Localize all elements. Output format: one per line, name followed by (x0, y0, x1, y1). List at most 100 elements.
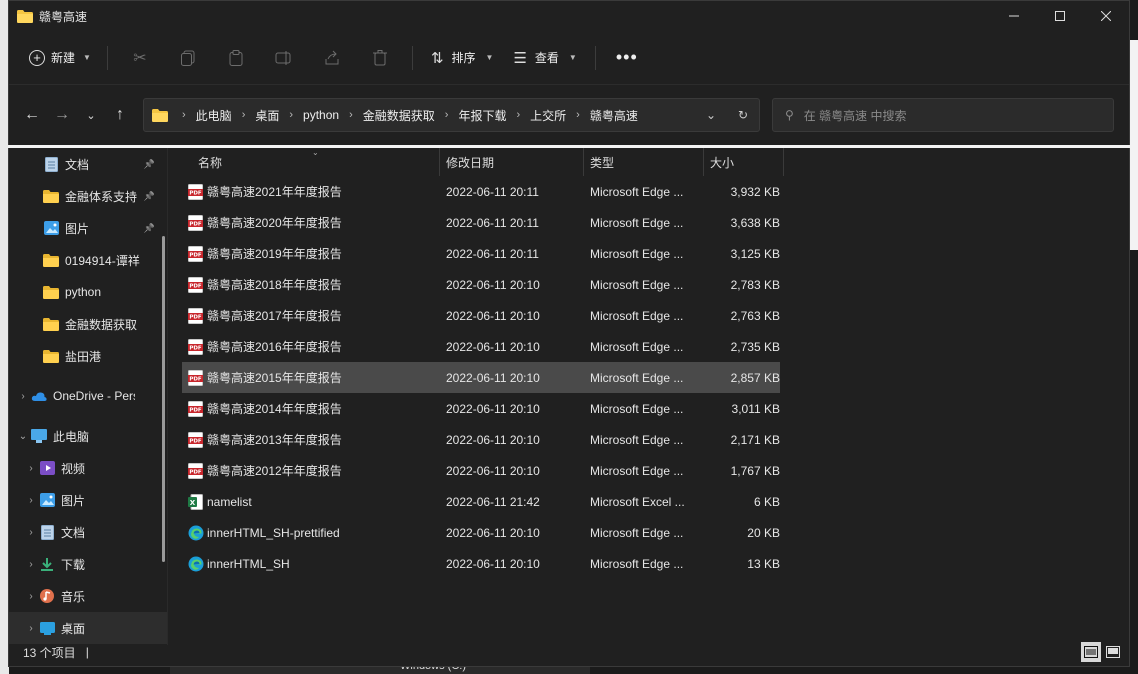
sidebar-item-quick-access[interactable]: 0194914-谭祥 (9, 244, 167, 276)
file-row[interactable]: PDF 赣粤高速2018年年度报告 2022-06-11 20:10 Microsof… (182, 269, 780, 300)
sort-indicator-icon: ⌄ (312, 148, 319, 157)
chevron-right-icon[interactable]: › (242, 109, 246, 121)
file-type: Microsoft Edge ... (590, 463, 684, 478)
sidebar-item-quick-access[interactable]: 文档 📌 (9, 148, 167, 180)
breadcrumb-item[interactable]: python (303, 108, 339, 122)
cut-button[interactable]: ✂ (116, 42, 164, 74)
breadcrumb-item[interactable]: 桌面 (255, 107, 279, 124)
chevron-right-icon[interactable]: › (576, 109, 580, 121)
chevron-right-icon[interactable]: › (182, 109, 186, 121)
file-type: Microsoft Edge ... (590, 401, 684, 416)
file-name-cell: PDF 赣粤高速2012年年度报告 (182, 462, 440, 479)
paste-button[interactable] (212, 42, 260, 74)
minimize-button[interactable] (991, 1, 1037, 31)
file-name-cell: PDF 赣粤高速2020年年度报告 (182, 214, 440, 231)
breadcrumb-segment: › 赣粤高速 (566, 107, 638, 124)
chevron-right-icon[interactable]: › (23, 495, 39, 506)
file-modified-date: 2022-06-11 20:10 (446, 370, 540, 385)
column-header-date[interactable]: 修改日期 (440, 148, 584, 176)
file-row[interactable]: PDF 赣粤高速2013年年度报告 2022-06-11 20:10 Microsof… (182, 424, 780, 455)
file-row[interactable]: PDF 赣粤高速2014年年度报告 2022-06-11 20:10 Microsof… (182, 393, 780, 424)
file-row[interactable]: PDF 赣粤高速2019年年度报告 2022-06-11 20:11 Microsof… (182, 238, 780, 269)
sidebar-item-this-pc[interactable]: ⌄ 此电脑 (9, 420, 167, 452)
sidebar-item-label: 下载 (61, 557, 86, 572)
back-button[interactable]: ← (17, 106, 47, 124)
sidebar-item-pc-folder[interactable]: › 下载 (9, 548, 167, 580)
file-row[interactable]: PDF 赣粤高速2021年年度报告 2022-06-11 20:11 Microsof… (182, 176, 780, 207)
file-row[interactable]: innerHTML_SH 2022-06-11 20:10 Microsoft Ed… (182, 548, 780, 579)
view-button[interactable]: ☰ 查看 ▼ (503, 43, 586, 73)
file-row[interactable]: PDF 赣粤高速2012年年度报告 2022-06-11 20:10 Microsof… (182, 455, 780, 486)
chevron-right-icon[interactable]: › (23, 591, 39, 602)
breadcrumb-item[interactable]: 金融数据获取 (363, 107, 435, 124)
chevron-right-icon[interactable]: › (23, 527, 39, 538)
breadcrumb-item[interactable]: 赣粤高速 (590, 107, 638, 124)
sidebar-item-pc-folder[interactable]: › 视频 (9, 452, 167, 484)
chevron-right-icon[interactable]: › (15, 391, 31, 402)
refresh-button[interactable]: ↻ (727, 108, 759, 122)
address-bar[interactable]: › 此电脑 › 桌面 › python › 金融数据获取 › 年报下载 › 上交所 › 赣粤高速 ⌄ ↻ (143, 98, 760, 132)
sidebar-item-quick-access[interactable]: 金融数据获取 (9, 308, 167, 340)
file-modified-date: 2022-06-11 20:11 (446, 184, 539, 199)
share-button[interactable] (308, 42, 356, 74)
file-row[interactable]: innerHTML_SH-prettified 2022-06-11 20:10 M… (182, 517, 780, 548)
chevron-right-icon[interactable]: › (23, 559, 39, 570)
breadcrumb-item[interactable]: 此电脑 (196, 107, 232, 124)
sidebar-item-quick-access[interactable]: python (9, 276, 167, 308)
chevron-right-icon[interactable]: › (289, 109, 293, 121)
file-row[interactable]: PDF 赣粤高速2015年年度报告 2022-06-11 20:10 Microsof… (182, 362, 780, 393)
more-options-button[interactable]: ••• (604, 47, 650, 68)
svg-text:PDF: PDF (189, 345, 202, 351)
search-input[interactable]: ⚲ 在 赣粤高速 中搜索 (772, 98, 1114, 132)
file-name: innerHTML_SH-prettified (207, 525, 340, 540)
sort-button[interactable]: ⇅ 排序 ▼ (421, 43, 504, 73)
trash-icon (372, 49, 387, 65)
sidebar-item-label: 文档 (61, 525, 86, 540)
details-view-button[interactable] (1081, 642, 1101, 662)
column-header-size[interactable]: 大小 (704, 148, 784, 176)
chevron-right-icon[interactable]: › (23, 463, 39, 474)
chevron-right-icon[interactable]: › (445, 109, 449, 121)
maximize-button[interactable] (1037, 1, 1083, 31)
pdf-file-icon: PDF (188, 276, 203, 293)
sidebar-item-quick-access[interactable]: 金融体系支持 📌 (9, 180, 167, 212)
pdf-file-icon: PDF (188, 307, 203, 324)
up-button[interactable]: ↑ (105, 106, 135, 124)
file-type: Microsoft Edge ... (590, 339, 684, 354)
sidebar-item-onedrive[interactable]: › OneDrive - Pers (9, 380, 167, 412)
file-row[interactable]: PDF 赣粤高速2016年年度报告 2022-06-11 20:10 Microsof… (182, 331, 780, 362)
sidebar-item-pc-folder[interactable]: › 图片 (9, 484, 167, 516)
tiles-view-button[interactable] (1103, 642, 1123, 662)
close-button[interactable] (1083, 1, 1129, 31)
delete-button[interactable] (356, 42, 404, 74)
column-header-type[interactable]: 类型 (584, 148, 704, 176)
file-row[interactable]: PDF 赣粤高速2020年年度报告 2022-06-11 20:11 Microsof… (182, 207, 780, 238)
file-size: 2,171 KB (730, 432, 780, 447)
sidebar-item-pc-folder[interactable]: › 音乐 (9, 580, 167, 612)
chevron-right-icon[interactable]: › (349, 109, 353, 121)
sidebar-item-quick-access[interactable]: 图片 📌 (9, 212, 167, 244)
file-explorer-window: 赣粤高速 + 新建 ▼ ✂ ⇅ 排序 ▼ ☰ 查看 ▼ ••• ← → ⌄ ↑ … (8, 0, 1130, 667)
chevron-right-icon[interactable]: › (516, 109, 520, 121)
column-header-name[interactable]: 名称 (182, 148, 440, 176)
copy-button[interactable] (164, 42, 212, 74)
file-row[interactable]: PDF 赣粤高速2017年年度报告 2022-06-11 20:10 Microsof… (182, 300, 780, 331)
file-type: Microsoft Edge ... (590, 525, 684, 540)
new-label: 新建 (51, 51, 76, 65)
new-button[interactable]: + 新建 ▼ (21, 43, 99, 72)
document-icon (43, 156, 59, 172)
rename-button[interactable] (260, 42, 308, 74)
column-header-row: ⌄ 名称 修改日期 类型 大小 (182, 148, 1129, 176)
file-row[interactable]: Xnamelist 2022-06-11 21:42 Microsoft Excel… (182, 486, 780, 517)
recent-locations-button[interactable]: ⌄ (77, 109, 105, 122)
sidebar-item-quick-access[interactable]: 盐田港 (9, 340, 167, 372)
sidebar-item-pc-folder[interactable]: › 文档 (9, 516, 167, 548)
svg-text:PDF: PDF (189, 469, 202, 475)
address-history-button[interactable]: ⌄ (695, 108, 727, 122)
breadcrumb-item[interactable]: 年报下载 (458, 107, 506, 124)
forward-button[interactable]: → (47, 106, 77, 124)
chevron-right-icon[interactable]: › (23, 623, 39, 634)
chevron-down-icon[interactable]: ⌄ (15, 431, 31, 442)
copy-icon (180, 50, 195, 66)
breadcrumb-item[interactable]: 上交所 (530, 107, 566, 124)
